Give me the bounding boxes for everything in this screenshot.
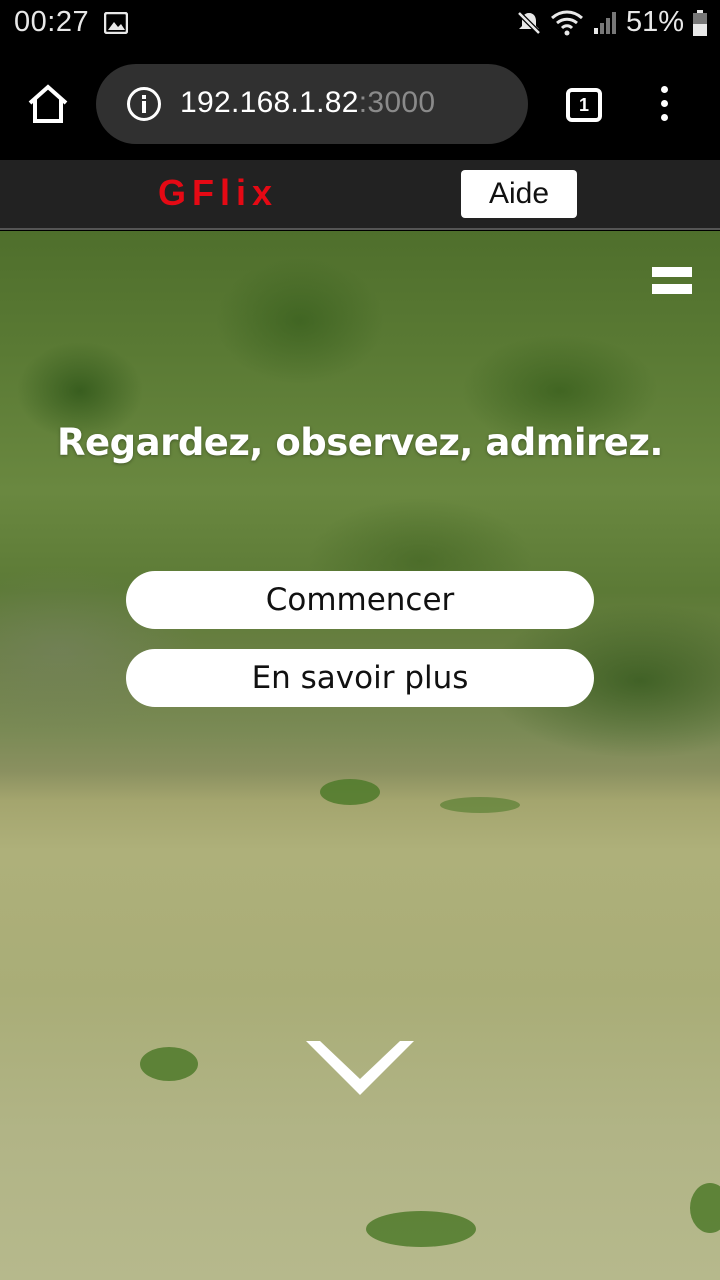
status-bar: 00:27 51% [0, 0, 720, 48]
wifi-icon [550, 10, 583, 35]
background-bush [366, 1211, 476, 1247]
status-icons: 51% [516, 6, 708, 39]
hero-section: Regardez, observez, admirez. Commencer E… [0, 231, 720, 1280]
browser-toolbar: 192.168.1.82:3000 1 [0, 48, 720, 160]
url-text[interactable]: 192.168.1.82:3000 [180, 86, 435, 120]
start-button[interactable]: Commencer [126, 571, 594, 629]
background-bush [140, 1047, 198, 1081]
chevron-down-icon[interactable] [304, 1039, 416, 1099]
info-icon[interactable] [126, 86, 162, 122]
battery-percent: 51% [625, 6, 684, 38]
hero-headline: Regardez, observez, admirez. [57, 421, 663, 464]
site-logo[interactable]: GFlix [158, 172, 278, 214]
signal-icon [593, 11, 616, 34]
menu-icon[interactable] [652, 267, 692, 301]
overflow-menu-icon[interactable] [652, 86, 676, 126]
tab-count: 1 [578, 94, 589, 115]
background-bush [320, 779, 380, 805]
battery-icon [693, 9, 707, 36]
url-port: :3000 [358, 86, 436, 119]
home-icon[interactable] [26, 82, 70, 126]
tab-switcher-icon[interactable]: 1 [566, 88, 602, 122]
url-bar[interactable]: 192.168.1.82:3000 [96, 64, 528, 144]
learn-more-button[interactable]: En savoir plus [126, 649, 594, 707]
help-button[interactable]: Aide [461, 170, 577, 218]
gallery-icon [104, 12, 128, 34]
mute-icon [517, 10, 541, 35]
site-header: GFlix Aide [0, 160, 720, 230]
background-bush [690, 1183, 720, 1233]
url-host: 192.168.1.82 [180, 86, 359, 119]
status-time: 00:27 [14, 6, 90, 38]
background-bush [440, 797, 520, 813]
